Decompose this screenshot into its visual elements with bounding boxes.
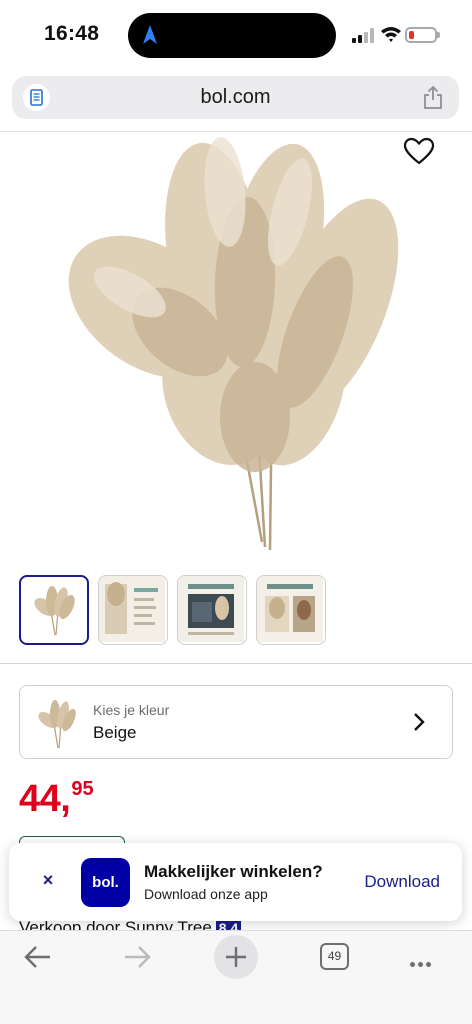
banner-subtitle: Download onze app xyxy=(144,886,268,902)
thumbnail[interactable] xyxy=(256,575,326,645)
location-arrow-icon xyxy=(143,25,157,44)
thumbnail[interactable] xyxy=(19,575,89,645)
bol-logo: bol. xyxy=(81,858,130,907)
new-tab-button[interactable] xyxy=(214,935,258,979)
share-icon[interactable] xyxy=(422,85,444,110)
back-arrow-icon[interactable] xyxy=(23,944,53,970)
download-button[interactable]: Download xyxy=(364,872,440,892)
heart-icon[interactable] xyxy=(403,137,435,165)
url-text[interactable]: bol.com xyxy=(12,76,459,119)
price-decimals: 95 xyxy=(71,778,94,800)
address-bar[interactable]: bol.com xyxy=(12,76,459,119)
product-price: 44,95 xyxy=(19,778,94,821)
signal-icon xyxy=(352,28,376,43)
thumbnail[interactable] xyxy=(177,575,247,645)
more-icon[interactable] xyxy=(410,954,434,972)
thumbnail[interactable] xyxy=(98,575,168,645)
tabs-button[interactable]: 49 xyxy=(320,943,349,970)
chevron-right-icon xyxy=(414,713,425,731)
color-selector-label: Kies je kleur xyxy=(93,702,170,718)
color-selector-value: Beige xyxy=(93,723,137,742)
product-image[interactable] xyxy=(40,132,432,552)
section-divider xyxy=(0,663,472,664)
reader-icon[interactable] xyxy=(23,84,50,111)
dynamic-island xyxy=(128,13,336,58)
status-bar: 16:48 xyxy=(0,0,472,70)
browser-toolbar: 49 xyxy=(0,930,472,1024)
plus-icon xyxy=(226,947,246,967)
thumbnail-strip xyxy=(19,575,329,645)
price-whole: 44, xyxy=(19,778,71,820)
wifi-icon xyxy=(381,27,401,42)
status-time: 16:48 xyxy=(44,22,100,45)
battery-low-icon xyxy=(405,27,440,43)
close-icon[interactable]: × xyxy=(39,870,57,891)
app-install-banner: × bol. Makkelijker winkelen? Download on… xyxy=(9,843,462,921)
forward-arrow-icon[interactable] xyxy=(122,944,152,970)
color-selector[interactable]: Kies je kleur Beige xyxy=(19,685,453,759)
banner-title: Makkelijker winkelen? xyxy=(144,862,323,881)
color-swatch-image xyxy=(38,700,76,749)
